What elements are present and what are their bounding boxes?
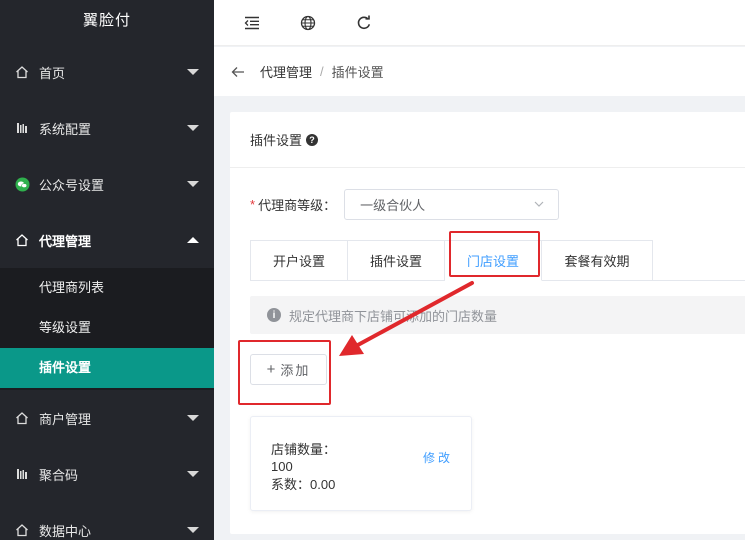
top-bar	[214, 0, 745, 46]
breadcrumb: 代理管理 / 插件设置	[214, 47, 745, 96]
agent-level-label: 代理商等级：	[258, 198, 337, 213]
add-button[interactable]: + 添加	[250, 354, 327, 385]
settings-tabs: 开户设置 插件设置 门店设置 套餐有效期	[250, 240, 653, 281]
sidebar-item-label: 首页	[39, 65, 66, 81]
config-icon	[14, 466, 30, 482]
store-count-value: 100	[271, 459, 293, 474]
coefficient-text: 系数：0.00	[271, 477, 336, 492]
sidebar-item-wechat-settings[interactable]: 公众号设置	[0, 156, 214, 212]
chevron-down-icon	[187, 69, 199, 75]
sidebar-item-merchant-management[interactable]: 商户管理	[0, 390, 214, 446]
globe-icon[interactable]	[296, 11, 320, 35]
tab-package-validity[interactable]: 套餐有效期	[542, 240, 653, 281]
agent-level-form-row: * 代理商等级： 一级合伙人	[250, 189, 560, 220]
home-icon	[14, 232, 30, 248]
sidebar-item-label: 系统配置	[39, 121, 92, 137]
card-header: 插件设置 ?	[230, 112, 745, 168]
breadcrumb-item-plugin-settings: 插件设置	[331, 65, 384, 80]
back-arrow-icon[interactable]	[228, 62, 248, 82]
info-alert: i 规定代理商下店铺可添加的门店数量	[250, 296, 745, 334]
chevron-up-icon	[187, 237, 199, 243]
submenu-item-plugin-settings[interactable]: 插件设置	[0, 348, 214, 388]
sidebar-item-label: 公众号设置	[39, 177, 105, 193]
tab-plugin-settings[interactable]: 插件设置	[348, 240, 445, 281]
info-icon: i	[267, 308, 281, 322]
sidebar-item-label: 聚合码	[39, 467, 79, 483]
info-alert-text: 规定代理商下店铺可添加的门店数量	[289, 308, 498, 324]
chevron-down-icon	[534, 201, 544, 207]
home-icon	[14, 522, 30, 538]
chevron-down-icon	[187, 415, 199, 421]
home-icon	[14, 410, 30, 426]
add-button-label: 添加	[280, 363, 311, 378]
submenu-item-level-settings[interactable]: 等级设置	[0, 308, 214, 348]
store-count-card: 店铺数量： 100 系数：0.00 修改	[250, 416, 472, 511]
sidebar-item-label: 数据中心	[39, 523, 92, 539]
refresh-icon[interactable]	[352, 11, 376, 35]
collapse-menu-icon[interactable]	[240, 11, 264, 35]
chevron-down-icon	[187, 181, 199, 187]
tab-store-settings[interactable]: 门店设置	[445, 240, 542, 281]
sidebar-item-aggregate-code[interactable]: 聚合码	[0, 446, 214, 502]
sidebar-item-home[interactable]: 首页	[0, 44, 214, 100]
sidebar: 翼脸付 首页 系统配置 公众号设置 代理管理 代理商列表 等级设置 插件设置 商…	[0, 0, 214, 540]
chevron-down-icon	[187, 471, 199, 477]
required-mark: *	[250, 197, 256, 212]
submenu-item-agent-list[interactable]: 代理商列表	[0, 268, 214, 308]
edit-link[interactable]: 修改	[423, 449, 453, 466]
sidebar-item-system-config[interactable]: 系统配置	[0, 100, 214, 156]
sidebar-item-label: 商户管理	[39, 411, 92, 427]
breadcrumb-item-agent-management[interactable]: 代理管理	[260, 62, 312, 81]
home-icon	[14, 64, 30, 80]
plugin-settings-card: 插件设置 ? * 代理商等级： 一级合伙人 开户设置 插件设置 门店设置 套餐有…	[230, 112, 745, 534]
config-icon	[14, 120, 30, 136]
chevron-down-icon	[187, 125, 199, 131]
card-title: 插件设置	[250, 133, 303, 148]
help-icon[interactable]: ?	[306, 133, 319, 146]
store-count-label: 店铺数量：	[271, 442, 337, 457]
breadcrumb-separator: /	[320, 64, 324, 79]
agent-level-selected-value: 一级合伙人	[360, 198, 426, 213]
plus-icon: +	[266, 361, 276, 378]
sidebar-item-agent-management[interactable]: 代理管理	[0, 212, 214, 268]
agent-submenu: 代理商列表 等级设置 插件设置	[0, 268, 214, 390]
agent-level-select[interactable]: 一级合伙人	[344, 189, 560, 220]
wechat-icon	[14, 176, 30, 192]
sidebar-item-data-center[interactable]: 数据中心	[0, 502, 214, 540]
sidebar-item-label: 代理管理	[39, 233, 92, 249]
tab-account-settings[interactable]: 开户设置	[250, 240, 348, 281]
chevron-down-icon	[187, 527, 199, 533]
app-logo: 翼脸付	[82, 12, 131, 29]
